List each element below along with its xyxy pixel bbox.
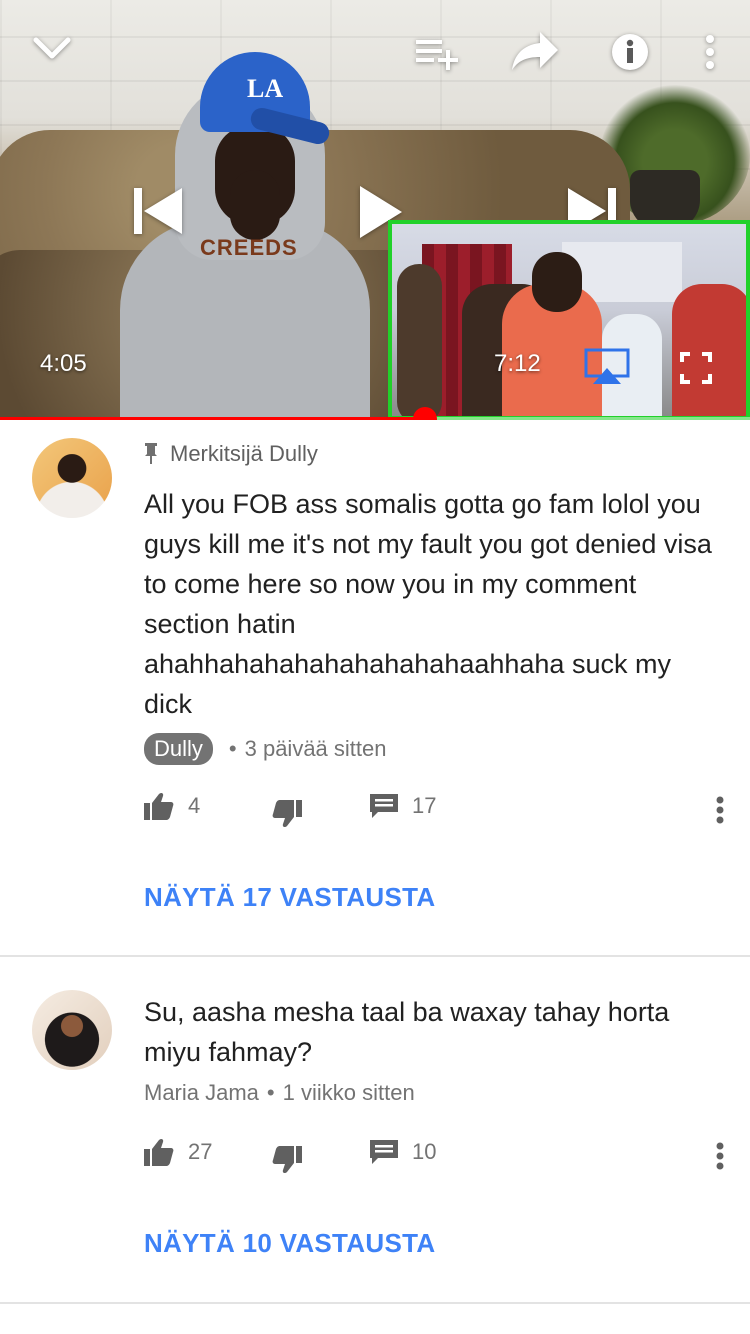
more-vertical-icon[interactable]: [700, 34, 720, 70]
comment-more-icon[interactable]: [716, 1142, 724, 1175]
dislike-button[interactable]: [272, 1146, 302, 1174]
airplay-icon[interactable]: [584, 348, 630, 391]
comment-meta: Dully • 3 päivää sitten: [144, 733, 386, 765]
like-button[interactable]: 4: [144, 792, 200, 820]
pin-icon: [145, 443, 157, 464]
comment-icon: [370, 794, 398, 818]
video-player[interactable]: LA CREEDS 4:05 7:12: [0, 0, 750, 420]
info-icon[interactable]: [610, 32, 650, 72]
reply-button[interactable]: 17: [370, 792, 436, 820]
next-video-duration: 7:12: [494, 350, 541, 377]
avatar[interactable]: [32, 990, 112, 1070]
comment-text: All you FOB ass somalis gotta go fam lol…: [144, 489, 712, 719]
comment-time: 1 viikko sitten: [282, 1080, 415, 1105]
pinned-by-text: Merkitsijä Dully: [170, 441, 318, 466]
like-count: 4: [188, 793, 201, 818]
current-time: 4:05: [40, 350, 87, 377]
comment-actions: 4 17: [144, 792, 734, 832]
thumb-up-icon: [144, 792, 174, 820]
reply-button[interactable]: 10: [370, 1138, 436, 1166]
dislike-button[interactable]: [272, 800, 302, 828]
thumb-down-icon: [272, 1146, 302, 1174]
author-badge[interactable]: Dully: [144, 733, 213, 765]
pinned-label: Merkitsijä Dully: [144, 441, 318, 467]
thumb-down-icon: [272, 800, 302, 828]
comment-divider: [0, 955, 750, 957]
comment-more-icon[interactable]: [716, 796, 724, 829]
comment-time: 3 päivää sitten: [244, 736, 387, 761]
meta-separator: •: [228, 736, 237, 761]
progress-fill: [0, 417, 425, 420]
skip-previous-icon[interactable]: [134, 186, 184, 236]
reply-count: 10: [412, 1139, 437, 1164]
playlist-add-icon[interactable]: [416, 36, 460, 70]
share-icon[interactable]: [510, 30, 560, 72]
like-count: 27: [188, 1139, 213, 1164]
meta-separator: •: [266, 1080, 275, 1105]
view-replies-link[interactable]: NÄYTÄ 10 VASTAUSTA: [144, 1228, 435, 1259]
comment-actions: 27 10: [144, 1138, 734, 1178]
comment-meta: Maria Jama • 1 viikko sitten: [144, 1080, 415, 1106]
reply-count: 17: [412, 793, 437, 818]
view-replies-link[interactable]: NÄYTÄ 17 VASTAUSTA: [144, 882, 435, 913]
thumb-up-icon: [144, 1138, 174, 1166]
next-video-preview[interactable]: 7:12: [388, 220, 750, 420]
comment-author[interactable]: Maria Jama: [144, 1080, 259, 1106]
comment-icon: [370, 1140, 398, 1164]
comment-text: Su, aasha mesha taal ba waxay tahay hort…: [144, 997, 670, 1067]
like-button[interactable]: 27: [144, 1138, 212, 1166]
comment-divider: [0, 1302, 750, 1304]
fullscreen-icon[interactable]: [680, 352, 712, 389]
chevron-down-icon[interactable]: [32, 34, 72, 64]
avatar[interactable]: [32, 438, 112, 518]
